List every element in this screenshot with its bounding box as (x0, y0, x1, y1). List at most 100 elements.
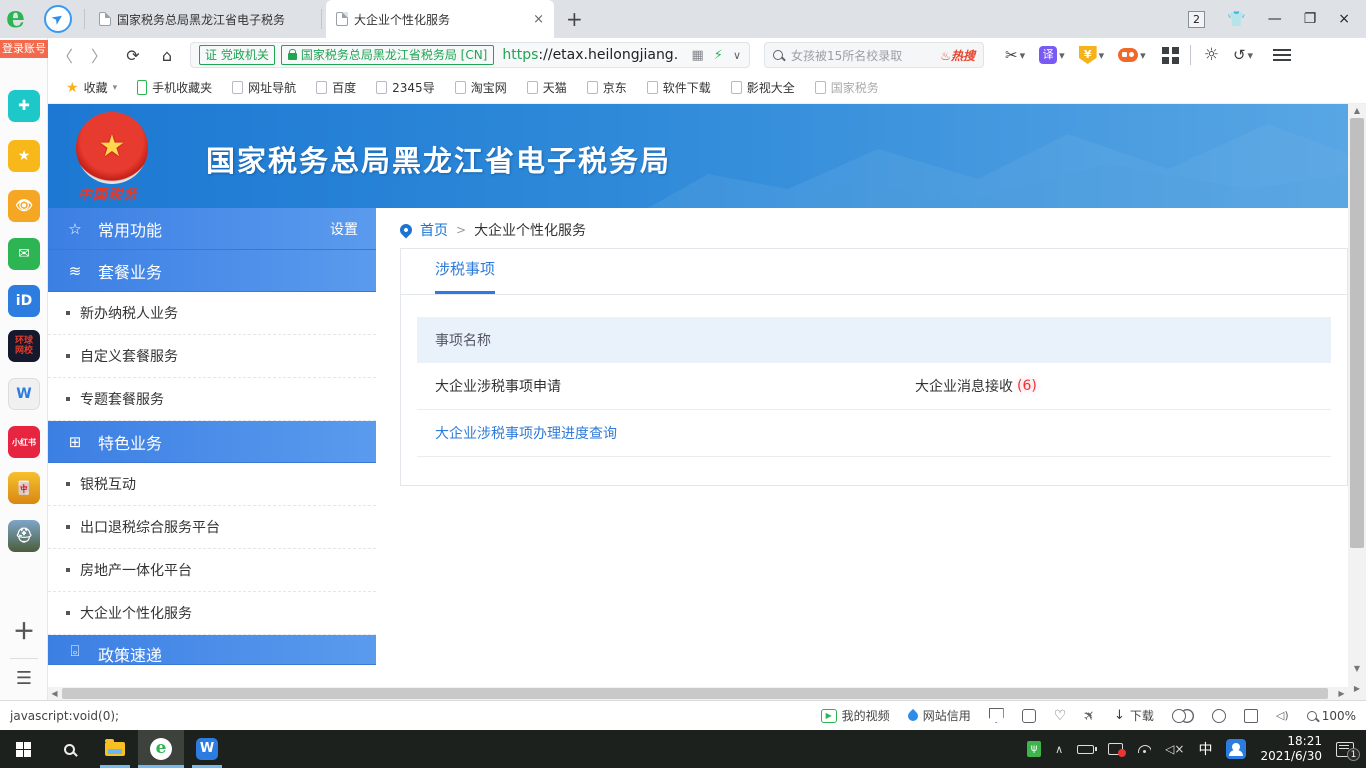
scroll-right-arrow[interactable]: ▶ (1335, 687, 1348, 700)
tab-large-enterprise-service[interactable]: 大企业个性化服务 × (326, 0, 554, 38)
taskbar-clock[interactable]: 18:21 2021/6/30 (1260, 734, 1322, 764)
bookmark-favorites[interactable]: ★收藏▾ (58, 79, 125, 96)
bookmark-software[interactable]: 软件下载 (639, 79, 719, 96)
scroll-down-arrow[interactable]: ▼ (1348, 664, 1366, 673)
address-bar[interactable]: 证 党政机关 国家税务总局黑龙江省税务局 [CN] https://etax.h… (190, 42, 750, 68)
ime-language-indicator[interactable]: 中 (1198, 739, 1212, 759)
my-video-button[interactable]: ▶我的视频 (821, 707, 890, 724)
speed-mode-icon[interactable]: ⚡ (714, 48, 723, 63)
mute-page-button[interactable]: ◁) (1276, 709, 1289, 722)
login-account-badge[interactable]: 登录账号 (0, 40, 48, 58)
url-text[interactable]: https://etax.heilongjiang. (502, 47, 678, 63)
site-credit-button[interactable]: 网站信用 (908, 707, 971, 724)
mail-app-icon[interactable]: ✉ (8, 238, 40, 270)
screenshot-button[interactable]: ✂▾ (1000, 46, 1030, 64)
game-battle-app-icon[interactable]: ⛑ (8, 520, 40, 552)
nav-item-topic-package[interactable]: 专题套餐服务 (48, 378, 376, 421)
image-mode-button[interactable] (1022, 709, 1036, 723)
boost-button[interactable]: ✈ (1084, 708, 1096, 724)
back-button[interactable]: 〈 (48, 43, 82, 67)
search-input[interactable]: 女孩被15所名校录取 ♨热搜 (764, 42, 984, 68)
wifi-icon[interactable] (1137, 745, 1151, 753)
undo-closed-tab-button[interactable]: ↺▾ (1228, 46, 1258, 64)
theme-skin-icon[interactable]: 👕 (1227, 10, 1246, 28)
game-cross-app-icon[interactable]: ✚ (8, 90, 40, 122)
screen-record-icon[interactable] (1108, 743, 1123, 755)
file-explorer-button[interactable] (92, 730, 138, 768)
page-zoom-control[interactable]: 100% (1307, 709, 1356, 723)
nav-item-custom-package[interactable]: 自定义套餐服务 (48, 335, 376, 378)
notification-center-icon[interactable]: 1 (1336, 742, 1354, 757)
nav-item-export-rebate[interactable]: 出口退税综合服务平台 (48, 506, 376, 549)
xiaohongshu-app-icon[interactable]: 小红书 (8, 426, 40, 458)
nav-section-special-business[interactable]: ⊞ 特色业务 (48, 421, 376, 463)
app-list-button[interactable]: ☰ (8, 662, 40, 694)
minimize-button[interactable]: — (1268, 11, 1282, 27)
nav-item-bank-tax[interactable]: 银税互动 (48, 463, 376, 506)
bookmark-mobile-favorites[interactable]: 手机收藏夹 (129, 79, 220, 96)
nav-section-common-functions[interactable]: ☆ 常用功能 设置 (48, 208, 376, 250)
tab-tax-matters[interactable]: 涉税事项 (435, 258, 495, 294)
global-school-app-icon[interactable]: 环球 网校 (8, 330, 40, 362)
nav-section-package-business[interactable]: ≋ 套餐业务 (48, 250, 376, 292)
item-large-enterprise-messages[interactable]: 大企业消息接收 (915, 376, 1013, 396)
game-fortune-app-icon[interactable]: 🀄 (8, 472, 40, 504)
bookmark-site-nav[interactable]: 网址导航 (224, 79, 304, 96)
nav-section-policy-express[interactable]: ⌻ 政策速递 (48, 635, 376, 665)
split-window-button[interactable] (1244, 709, 1258, 723)
bookmark-tmall[interactable]: 天猫 (519, 79, 575, 96)
item-large-enterprise-application[interactable]: 大企业涉税事项申请 (435, 376, 915, 396)
tab-count-badge[interactable]: 2 (1188, 11, 1205, 28)
security-shield-button[interactable] (989, 708, 1004, 723)
new-tab-button[interactable]: + (566, 7, 583, 31)
close-button[interactable]: × (1338, 11, 1350, 27)
horizontal-scrollbar[interactable]: ◀ ▶ (48, 687, 1348, 700)
bookmark-movies[interactable]: 影视大全 (723, 79, 803, 96)
battery-icon[interactable] (1077, 745, 1094, 754)
browser-360-button[interactable]: e (138, 730, 184, 768)
wps-button[interactable]: W (184, 730, 230, 768)
id-app-icon[interactable]: iD (8, 285, 40, 317)
nav-item-large-enterprise[interactable]: 大企业个性化服务 (48, 592, 376, 635)
scrollbar-thumb[interactable] (1350, 118, 1364, 548)
usb-device-icon[interactable]: ψ (1027, 741, 1041, 757)
home-button[interactable]: ⌂ (150, 46, 184, 65)
menu-button[interactable] (1262, 49, 1302, 61)
scrollbar-thumb[interactable] (62, 688, 1328, 699)
game-center-button[interactable]: ▾ (1113, 48, 1151, 62)
volume-muted-icon[interactable]: ◁× (1165, 742, 1184, 756)
restore-button[interactable]: ❐ (1304, 11, 1317, 27)
start-button[interactable] (0, 730, 46, 768)
item-progress-query-link[interactable]: 大企业涉税事项办理进度查询 (435, 423, 915, 443)
add-app-button[interactable]: ＋ (8, 614, 40, 646)
scroll-up-arrow[interactable]: ▲ (1348, 106, 1366, 115)
word-doc-app-icon[interactable]: W (8, 378, 40, 410)
health-mode-button[interactable]: ♡ (1054, 708, 1067, 724)
qq-contact-icon[interactable] (1226, 739, 1246, 759)
incognito-button[interactable] (1212, 709, 1226, 723)
hot-search-button[interactable]: ♨热搜 (940, 47, 975, 64)
tab-close-icon[interactable]: × (533, 12, 544, 27)
hidden-icons-chevron[interactable]: ∧ (1055, 743, 1063, 756)
refresh-button[interactable]: ⟳ (116, 46, 150, 65)
nav-item-new-taxpayer[interactable]: 新办纳税人业务 (48, 292, 376, 335)
apps-grid-button[interactable] (1155, 47, 1182, 64)
bookmark-jd[interactable]: 京东 (579, 79, 635, 96)
taskbar-search-button[interactable] (46, 730, 92, 768)
scroll-left-arrow[interactable]: ◀ (48, 687, 61, 700)
tab-tax-bureau-home[interactable]: 国家税务总局黑龙江省电子税务 (89, 0, 317, 38)
site-identity-badge[interactable]: 国家税务总局黑龙江省税务局 [CN] (281, 45, 495, 65)
bookmark-tax[interactable]: 国家税务 (807, 79, 887, 96)
nav-item-realestate-platform[interactable]: 房地产一体化平台 (48, 549, 376, 592)
bookmark-2345[interactable]: 2345导 (368, 79, 443, 96)
bookmark-baidu[interactable]: 百度 (308, 79, 364, 96)
brightness-button[interactable]: ☼ (1199, 45, 1224, 65)
scroll-corner-arrow[interactable]: ▶ (1348, 684, 1366, 693)
weibo-app-icon[interactable]: 👁 (8, 190, 40, 222)
qr-code-icon[interactable]: ▦ (692, 48, 704, 63)
reader-glasses-button[interactable] (1172, 709, 1194, 723)
download-button[interactable]: ↓下载 (1114, 707, 1154, 724)
forward-button[interactable]: 〉 (82, 43, 116, 67)
gov-cert-badge[interactable]: 证 党政机关 (199, 45, 275, 65)
vertical-scrollbar[interactable]: ▲ ▼ ▶ (1348, 104, 1366, 700)
